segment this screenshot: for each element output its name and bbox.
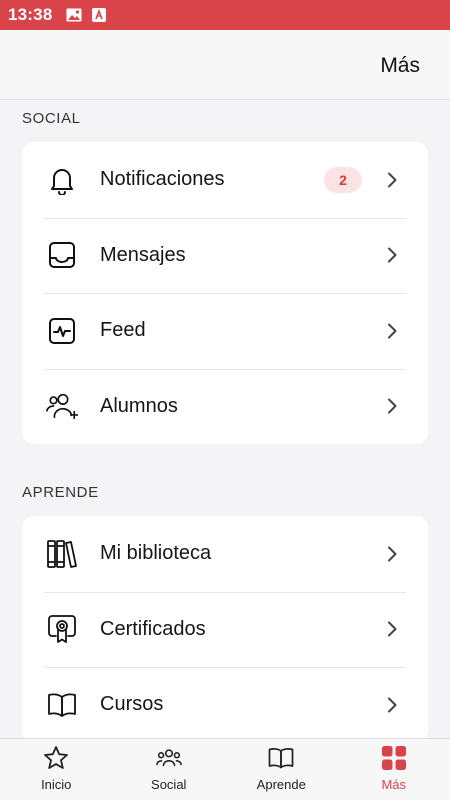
- menu-item-label: Mensajes: [100, 243, 186, 266]
- tab-label: Más: [381, 777, 407, 792]
- image-notification-icon: [66, 8, 82, 22]
- chevron-right-icon: [384, 697, 400, 713]
- bottom-tab-bar: Inicio Social Aprende Más: [0, 738, 450, 800]
- chevron-right-icon: [384, 323, 400, 339]
- library-icon: [46, 538, 78, 570]
- tab-label: Aprende: [256, 777, 306, 792]
- activity-icon: [46, 315, 78, 347]
- menu-item-mi-biblioteca[interactable]: Mi biblioteca: [22, 516, 428, 592]
- chevron-right-icon: [384, 621, 400, 637]
- menu-item-label: Alumnos: [100, 394, 178, 417]
- menu-item-label: Mi biblioteca: [100, 542, 212, 565]
- chevron-right-icon: [384, 546, 400, 562]
- app-notification-icon: [92, 8, 107, 22]
- tab-social[interactable]: Social: [113, 739, 226, 800]
- tab-label: Inicio: [41, 777, 72, 792]
- status-time: 13:38: [8, 5, 53, 24]
- menu-item-feed[interactable]: Feed: [22, 293, 428, 369]
- social-card: Notificaciones 2 Mensajes Feed Alumnos: [22, 142, 428, 444]
- page-title: Más: [380, 54, 420, 77]
- section-title-aprende: APRENDE: [22, 484, 99, 501]
- tab-inicio[interactable]: Inicio: [0, 739, 113, 800]
- aprende-card: Mi biblioteca Certificados Cursos: [22, 516, 428, 738]
- chevron-right-icon: [384, 398, 400, 414]
- status-icons: [66, 8, 107, 22]
- menu-item-mensajes[interactable]: Mensajes: [22, 217, 428, 294]
- certificate-icon: [46, 613, 78, 645]
- chevron-right-icon: [384, 247, 400, 263]
- menu-item-alumnos[interactable]: Alumnos: [22, 368, 428, 445]
- users-add-icon: [46, 390, 78, 422]
- menu-item-notificaciones[interactable]: Notificaciones 2: [22, 142, 428, 218]
- menu-item-label: Cursos: [100, 693, 164, 716]
- inbox-icon: [46, 239, 78, 271]
- menu-item-cursos[interactable]: Cursos: [22, 667, 428, 738]
- status-bar: 13:38: [0, 0, 450, 30]
- menu-item-certificados[interactable]: Certificados: [22, 591, 428, 668]
- group-icon: [155, 745, 182, 771]
- book-open-icon: [268, 745, 294, 771]
- bell-icon: [46, 164, 78, 196]
- menu-item-label: Notificaciones: [100, 168, 225, 191]
- grid-icon: [381, 745, 407, 771]
- tab-aprende[interactable]: Aprende: [225, 739, 338, 800]
- star-icon: [43, 745, 69, 771]
- tab-label: Social: [151, 777, 187, 792]
- tab-mas[interactable]: Más: [338, 739, 450, 800]
- menu-item-label: Certificados: [100, 617, 206, 640]
- more-menu-content[interactable]: SOCIAL Notificaciones 2 Mensajes Feed Al…: [0, 100, 450, 738]
- notification-count-badge: 2: [324, 166, 362, 193]
- book-icon: [46, 689, 78, 721]
- menu-item-label: Feed: [100, 319, 146, 342]
- chevron-right-icon: [384, 172, 400, 188]
- section-title-social: SOCIAL: [22, 110, 81, 127]
- header: Más: [0, 30, 450, 100]
